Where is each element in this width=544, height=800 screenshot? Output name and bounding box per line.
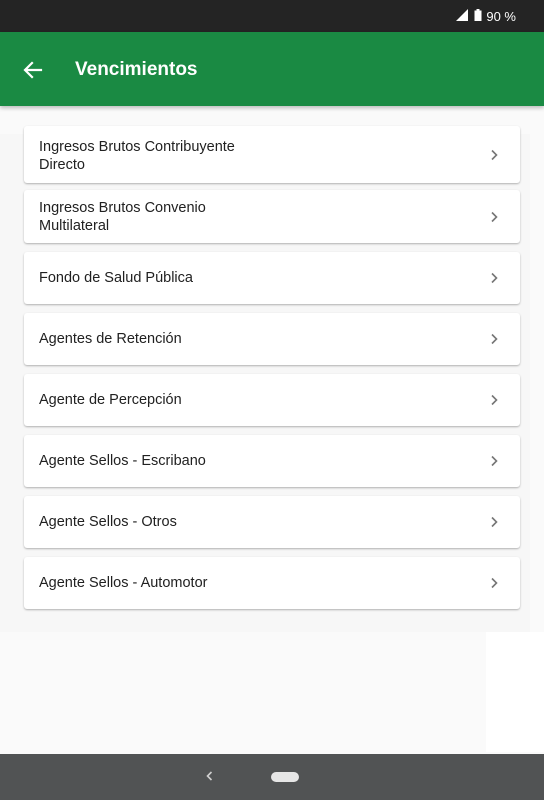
- list-item-label: Agente Sellos - Escribano: [39, 453, 206, 469]
- list-item-label: Ingresos Brutos Convenio Multilateral: [39, 200, 206, 234]
- list-item-agentes-de-retencion[interactable]: Agentes de Retención: [24, 313, 520, 365]
- chevron-right-icon: [491, 455, 498, 467]
- battery-percentage: 90 %: [486, 8, 516, 24]
- back-button[interactable]: [14, 51, 52, 89]
- status-bar: 90 %: [0, 0, 544, 32]
- chevron-right-icon: [491, 577, 498, 589]
- list-item-label: Agente Sellos - Automotor: [39, 575, 208, 591]
- home-pill-button[interactable]: [271, 772, 299, 782]
- list-item-agente-de-percepcion[interactable]: Agente de Percepción: [24, 374, 520, 426]
- arrow-back-icon: [23, 61, 43, 79]
- navigation-bar: [0, 754, 544, 800]
- list-item-fondo-de-salud-publica[interactable]: Fondo de Salud Pública: [24, 252, 520, 304]
- list-item-ingresos-brutos-contribuyente-directo[interactable]: Ingresos Brutos Contribuyente Directo: [24, 126, 520, 183]
- blank-area: [486, 632, 544, 752]
- list-item-label: Agente de Percepción: [39, 392, 182, 408]
- list-item-label: Ingresos Brutos Contribuyente Directo: [39, 139, 235, 173]
- chevron-right-icon: [491, 516, 498, 528]
- list-item-label: Agente Sellos - Otros: [39, 514, 177, 530]
- chevron-right-icon: [491, 333, 498, 345]
- signal-icon: [456, 8, 469, 24]
- chevron-right-icon: [491, 211, 498, 222]
- chevron-right-icon: [491, 394, 498, 406]
- chevron-right-icon: [491, 272, 498, 284]
- list-item-label: Agentes de Retención: [39, 331, 182, 347]
- battery-icon: [474, 8, 482, 24]
- list-item-agente-sellos-automotor[interactable]: Agente Sellos - Automotor: [24, 557, 520, 609]
- list-item-ingresos-brutos-convenio-multilateral[interactable]: Ingresos Brutos Convenio Multilateral: [24, 190, 520, 243]
- list-item-label: Fondo de Salud Pública: [39, 270, 193, 286]
- list-item-agente-sellos-escribano[interactable]: Agente Sellos - Escribano: [24, 435, 520, 487]
- nav-back-icon[interactable]: [200, 766, 220, 786]
- page-title: Vencimientos: [75, 59, 198, 80]
- app-bar: Vencimientos: [0, 32, 544, 106]
- list-item-agente-sellos-otros[interactable]: Agente Sellos - Otros: [24, 496, 520, 548]
- chevron-right-icon: [491, 149, 498, 160]
